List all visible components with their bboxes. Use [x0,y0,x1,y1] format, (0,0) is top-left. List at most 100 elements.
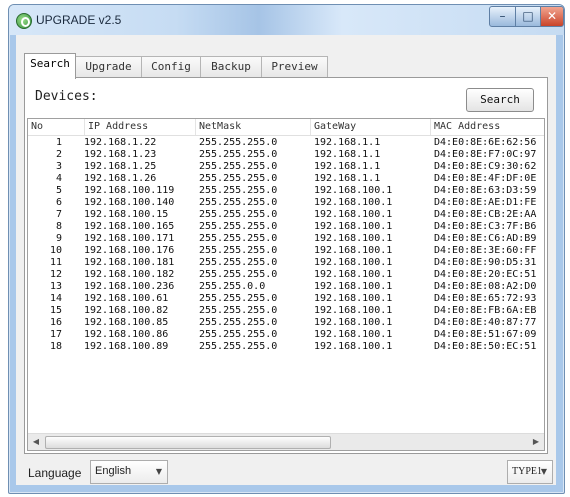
column-header-mac-address[interactable]: MAC Address [430,119,544,135]
table-row[interactable]: 9 192.168.100.171 255.255.255.0 192.168.100… [28,233,544,245]
cell-mac-address: D4:E0:8E:90:D5:31 [434,257,537,268]
column-header-ip-address[interactable]: IP Address [84,119,194,135]
cell-mac-address: D4:E0:8E:08:A2:D0 [434,281,537,292]
cell-netmask: 255.255.255.0 [199,149,278,160]
device-list[interactable]: No IP Address NetMask GateWay MAC Addres… [27,118,545,451]
cell-ip-address: 192.168.1.25 [84,161,157,172]
table-row[interactable]: 4 192.168.1.26 255.255.255.0 192.168.1.1 D4:… [28,173,544,185]
cell-ip-address: 192.168.100.236 [84,281,175,292]
title-bar[interactable]: UPGRADE v2.5 – □ ✕ [9,5,564,35]
language-select[interactable]: English ▼ [90,460,168,484]
cell-mac-address: D4:E0:8E:C3:7F:B6 [434,221,537,232]
horizontal-scrollbar[interactable]: ◀ ▶ [28,433,544,450]
search-button[interactable]: Search [466,88,534,112]
chevron-down-icon: ▼ [540,467,547,476]
tab-upgrade[interactable]: Upgrade [75,56,142,78]
cell-mac-address: D4:E0:8E:40:87:77 [434,317,537,328]
chevron-down-icon: ▼ [155,467,162,476]
cell-no: 4 [55,173,62,184]
table-row[interactable]: 16 192.168.100.85 255.255.255.0 192.168.100… [28,317,544,329]
cell-gateway: 192.168.100.1 [314,293,393,304]
table-row[interactable]: 14 192.168.100.61 255.255.255.0 192.168.100… [28,293,544,305]
table-row[interactable]: 15 192.168.100.82 255.255.255.0 192.168.100… [28,305,544,317]
table-row[interactable]: 2 192.168.1.23 255.255.255.0 192.168.1.1 D4:… [28,149,544,161]
table-row[interactable]: 10 192.168.100.176 255.255.255.0 192.168.10… [28,245,544,257]
table-row[interactable]: 5 192.168.100.119 255.255.255.0 192.168.100… [28,185,544,197]
cell-mac-address: D4:E0:8E:4F:DF:0E [434,173,537,184]
cell-mac-address: D4:E0:8E:F7:0C:97 [434,149,537,160]
cell-ip-address: 192.168.1.23 [84,149,157,160]
cell-no: 9 [55,233,62,244]
tab-backup[interactable]: Backup [200,56,262,78]
client-area: Search Upgrade Config Backup Preview Dev… [16,35,556,485]
cell-gateway: 192.168.100.1 [314,185,393,196]
cell-gateway: 192.168.1.1 [314,161,381,172]
scroll-right-icon[interactable]: ▶ [528,434,544,450]
cell-no: 10 [49,245,62,256]
cell-gateway: 192.168.100.1 [314,269,393,280]
cell-gateway: 192.168.100.1 [314,233,393,244]
column-header-netmask[interactable]: NetMask [195,119,309,135]
cell-ip-address: 192.168.100.82 [84,305,169,316]
cell-gateway: 192.168.100.1 [314,341,393,352]
scroll-left-icon[interactable]: ◀ [28,434,44,450]
cell-no: 11 [49,257,62,268]
close-button[interactable]: ✕ [540,6,564,27]
tab-config[interactable]: Config [141,56,201,78]
cell-ip-address: 192.168.100.119 [84,185,175,196]
table-row[interactable]: 11 192.168.100.181 255.255.255.0 192.168.10… [28,257,544,269]
cell-ip-address: 192.168.100.140 [84,197,175,208]
cell-netmask: 255.255.0.0 [199,281,266,292]
table-row[interactable]: 1 192.168.1.22 255.255.255.0 192.168.1.1 D4:… [28,137,544,149]
cell-ip-address: 192.168.1.26 [84,173,157,184]
cell-ip-address: 192.168.100.86 [84,329,169,340]
table-row[interactable]: 8 192.168.100.165 255.255.255.0 192.168.100… [28,221,544,233]
cell-netmask: 255.255.255.0 [199,197,278,208]
cell-no: 8 [55,221,62,232]
scrollbar-thumb[interactable] [45,436,331,449]
cell-netmask: 255.255.255.0 [199,245,278,256]
cell-no: 7 [55,209,62,220]
cell-ip-address: 192.168.100.176 [84,245,175,256]
cell-netmask: 255.255.255.0 [199,209,278,220]
table-row[interactable]: 7 192.168.100.15 255.255.255.0 192.168.100.… [28,209,544,221]
cell-ip-address: 192.168.100.181 [84,257,175,268]
tab-search[interactable]: Search [24,53,76,79]
cell-no: 14 [49,293,62,304]
table-row[interactable]: 17 192.168.100.86 255.255.255.0 192.168.100… [28,329,544,341]
cell-netmask: 255.255.255.0 [199,173,278,184]
cell-ip-address: 192.168.100.89 [84,341,169,352]
table-row[interactable]: 13 192.168.100.236 255.255.0.0 192.168.100.… [28,281,544,293]
cell-ip-address: 192.168.100.165 [84,221,175,232]
cell-ip-address: 192.168.100.15 [84,209,169,220]
cell-mac-address: D4:E0:8E:6E:62:56 [434,137,537,148]
cell-ip-address: 192.168.100.85 [84,317,169,328]
tab-preview[interactable]: Preview [261,56,328,78]
cell-no: 1 [55,137,62,148]
column-header-no[interactable]: No [31,119,83,135]
list-body: 1 192.168.1.22 255.255.255.0 192.168.1.1 D4:… [28,137,544,353]
cell-gateway: 192.168.100.1 [314,281,393,292]
cell-mac-address: D4:E0:8E:51:67:09 [434,329,537,340]
cell-no: 15 [49,305,62,316]
cell-netmask: 255.255.255.0 [199,257,278,268]
cell-netmask: 255.255.255.0 [199,269,278,280]
language-value: English [95,465,132,477]
cell-mac-address: D4:E0:8E:3E:60:FF [434,245,537,256]
cell-gateway: 192.168.100.1 [314,329,393,340]
cell-netmask: 255.255.255.0 [199,137,278,148]
table-row[interactable]: 6 192.168.100.140 255.255.255.0 192.168.100… [28,197,544,209]
cell-no: 18 [49,341,62,352]
table-row[interactable]: 12 192.168.100.182 255.255.255.0 192.168.10… [28,269,544,281]
table-row[interactable]: 18 192.168.100.89 255.255.255.0 192.168.100… [28,341,544,353]
cell-no: 13 [49,281,62,292]
cell-netmask: 255.255.255.0 [199,317,278,328]
maximize-button[interactable]: □ [515,6,541,27]
cell-gateway: 192.168.100.1 [314,245,393,256]
minimize-button[interactable]: – [489,6,516,27]
type-select[interactable]: TYPE1 ▼ [507,460,553,484]
cell-ip-address: 192.168.1.22 [84,137,157,148]
column-header-gateway[interactable]: GateWay [310,119,430,135]
cell-no: 3 [55,161,62,172]
table-row[interactable]: 3 192.168.1.25 255.255.255.0 192.168.1.1 D4:… [28,161,544,173]
